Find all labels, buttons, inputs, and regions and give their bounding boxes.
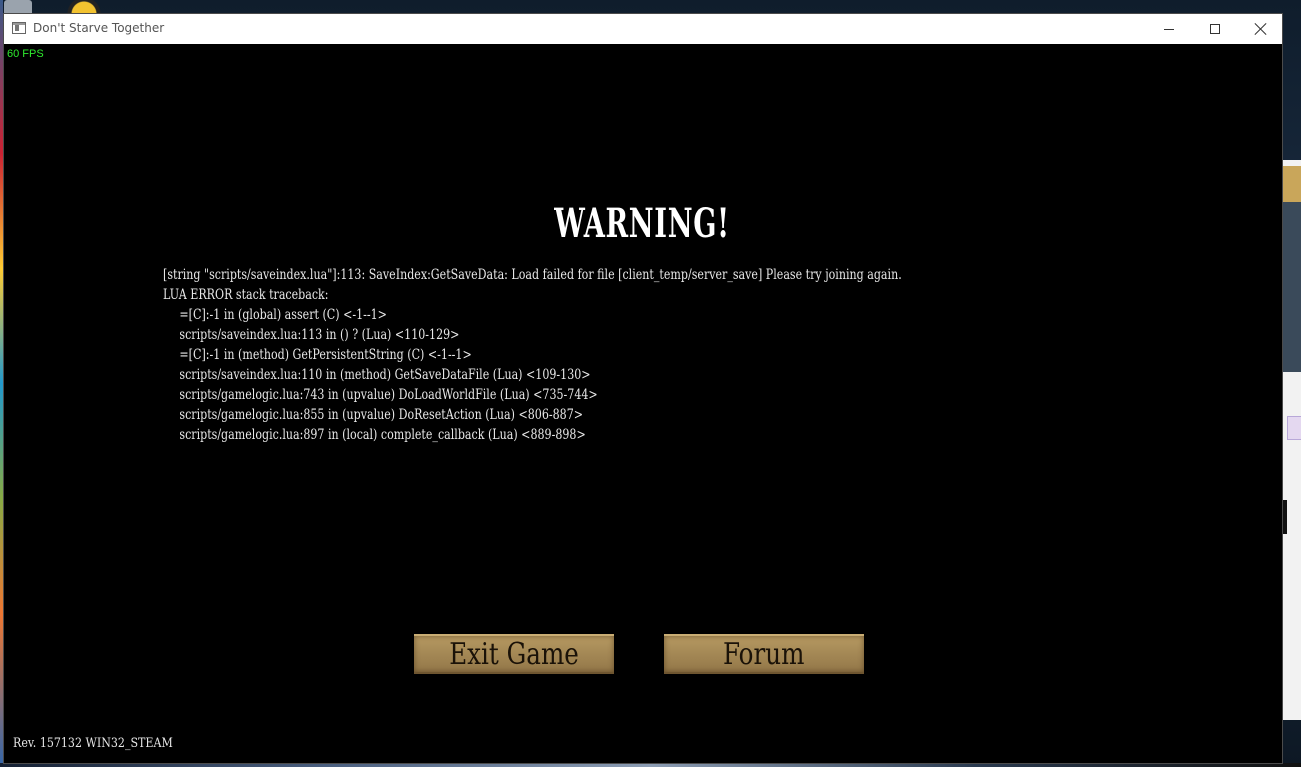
traceback-line: =[C]:-1 in (method) GetPersistentString … xyxy=(179,347,472,363)
traceback-header: LUA ERROR stack traceback: xyxy=(163,287,329,303)
traceback-line: =[C]:-1 in (global) assert (C) <-1--1> xyxy=(179,307,387,323)
minimize-button[interactable] xyxy=(1146,14,1192,44)
error-message: [string "scripts/saveindex.lua"]:113: Sa… xyxy=(163,267,902,283)
game-window: Don't Starve Together 60 FPS WARNING! [s… xyxy=(3,13,1283,764)
forum-button[interactable]: Forum xyxy=(664,634,864,674)
warning-title: WARNING! xyxy=(554,200,730,247)
close-icon xyxy=(1254,22,1268,36)
game-viewport: 60 FPS WARNING! [string "scripts/saveind… xyxy=(4,44,1282,763)
traceback-line: scripts/gamelogic.lua:855 in (upvalue) D… xyxy=(179,407,584,423)
traceback-line: scripts/gamelogic.lua:897 in (local) com… xyxy=(179,427,586,443)
maximize-button[interactable] xyxy=(1192,14,1238,44)
title-bar[interactable]: Don't Starve Together xyxy=(4,14,1282,44)
traceback-line: scripts/saveindex.lua:110 in (method) Ge… xyxy=(179,367,591,383)
desktop-shortcut-icon[interactable] xyxy=(4,0,32,14)
fps-counter: 60 FPS xyxy=(7,48,44,60)
overwatch-shortcut-icon[interactable] xyxy=(62,0,106,14)
minimize-icon xyxy=(1164,28,1174,30)
background-window-edge xyxy=(1283,160,1301,720)
revision-label: Rev. 157132 WIN32_STEAM xyxy=(13,736,173,751)
maximize-icon xyxy=(1210,24,1220,34)
exit-game-button[interactable]: Exit Game xyxy=(414,634,614,674)
exit-game-label: Exit Game xyxy=(449,636,579,672)
forum-label: Forum xyxy=(723,636,805,672)
close-button[interactable] xyxy=(1238,14,1284,44)
error-message-block: [string "scripts/saveindex.lua"]:113: Sa… xyxy=(163,265,1163,445)
window-title: Don't Starve Together xyxy=(33,21,165,35)
traceback-line: scripts/saveindex.lua:113 in () ? (Lua) … xyxy=(179,327,460,343)
app-window-icon[interactable] xyxy=(12,22,26,34)
traceback-line: scripts/gamelogic.lua:743 in (upvalue) D… xyxy=(179,387,598,403)
